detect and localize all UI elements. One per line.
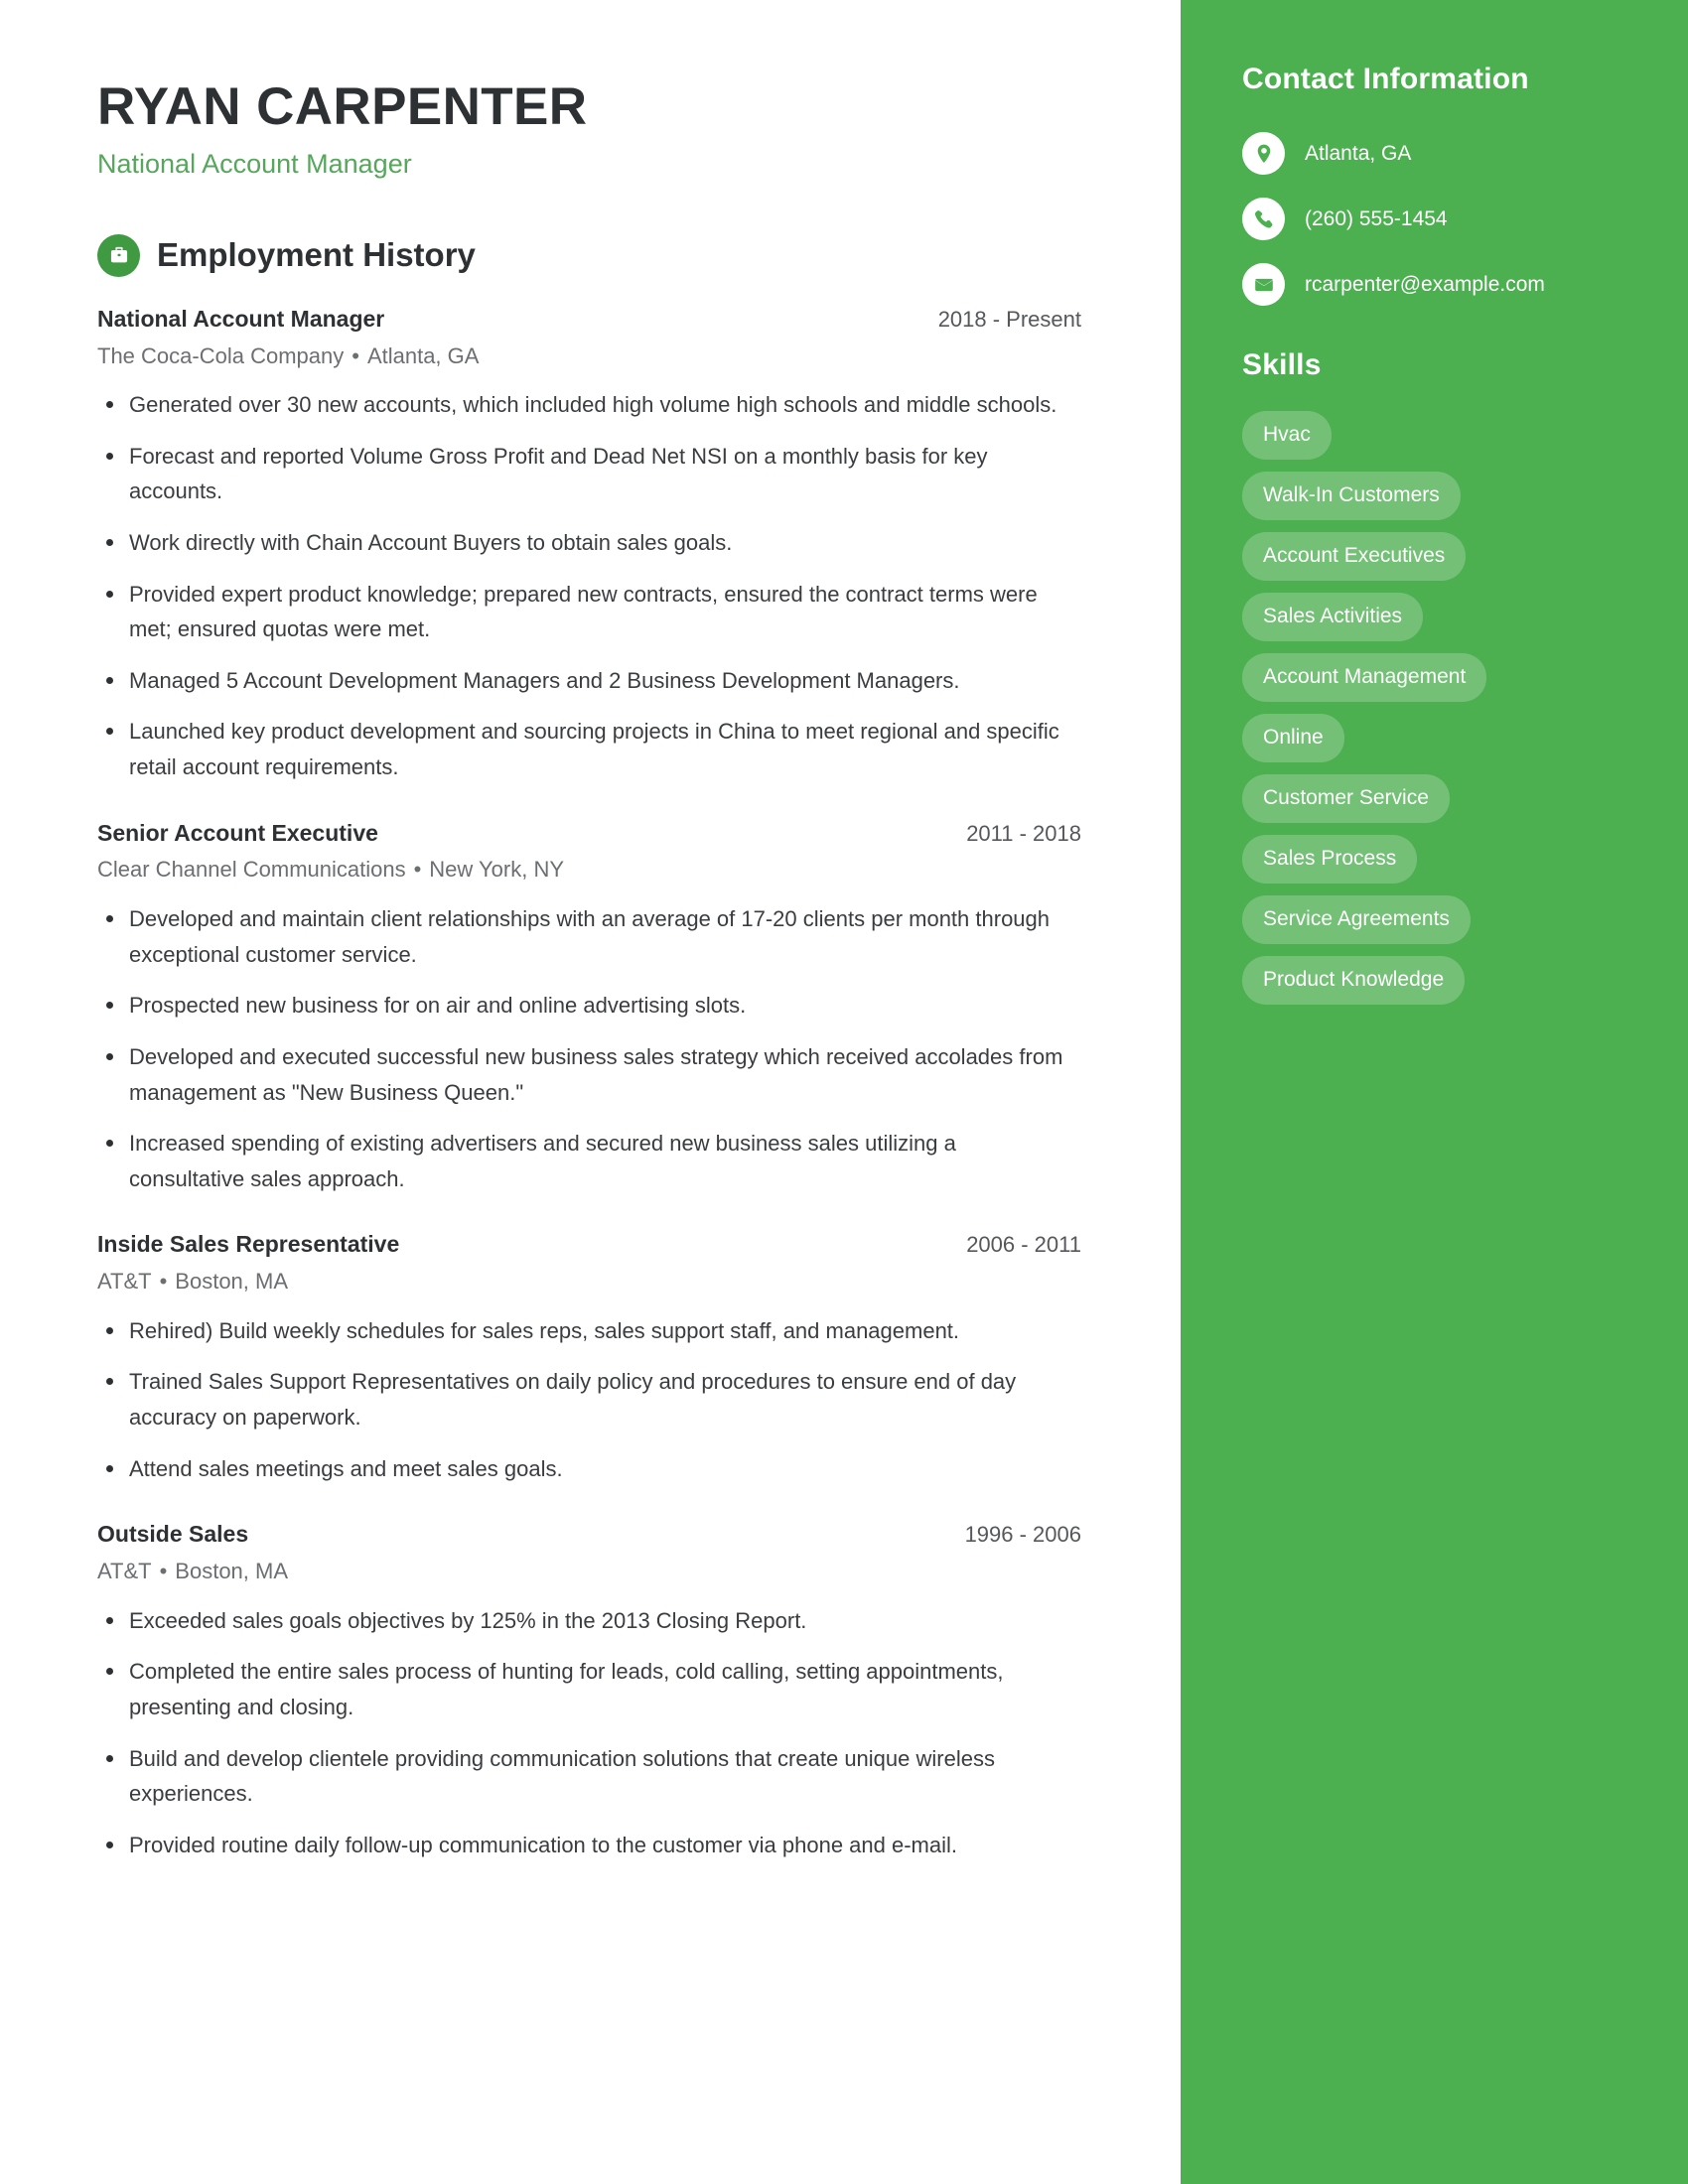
job-role: National Account Manager	[97, 305, 385, 332]
job-entry: National Account Manager 2018 - Present Th…	[97, 305, 1081, 785]
job-header-row: Senior Account Executive 2011 - 2018	[97, 819, 1081, 848]
skill-row: Account Management	[1242, 653, 1626, 714]
job-bullet: Completed the entire sales process of hu…	[97, 1654, 1065, 1724]
skill-row: Product Knowledge	[1242, 956, 1626, 1017]
job-dates: 2018 - Present	[937, 306, 1081, 332]
job-company-location: AT&T • Boston, MA	[97, 1558, 1081, 1586]
skill-row: Sales Activities	[1242, 593, 1626, 653]
job-dates: 2006 - 2011	[966, 1232, 1081, 1258]
envelope-icon	[1242, 263, 1285, 306]
skills-list: Hvac Walk-In Customers Account Executives S…	[1242, 411, 1626, 1017]
skill-pill[interactable]: Walk-In Customers	[1242, 472, 1461, 520]
job-bullets: Exceeded sales goals objectives by 125% …	[97, 1603, 1081, 1863]
phone-icon	[1242, 198, 1285, 240]
contact-list: Atlanta, GA (260) 555-1454 rcarpenter@exam…	[1242, 131, 1626, 306]
skills-section: Skills Hvac Walk-In Customers Account Exec…	[1242, 347, 1626, 1017]
skill-pill[interactable]: Hvac	[1242, 411, 1332, 460]
skills-title: Skills	[1242, 348, 1322, 381]
job-bullet: Provided expert product knowledge; prepa…	[97, 577, 1065, 647]
skill-row: Sales Process	[1242, 835, 1626, 895]
job-dates: 1996 - 2006	[964, 1522, 1081, 1548]
skill-pill[interactable]: Account Management	[1242, 653, 1487, 702]
job-bullet: Developed and executed successful new bu…	[97, 1039, 1065, 1110]
job-role: Senior Account Executive	[97, 819, 378, 846]
skill-row: Walk-In Customers	[1242, 472, 1626, 532]
job-entry: Senior Account Executive 2011 - 2018 Clear…	[97, 819, 1081, 1197]
job-header-row: Inside Sales Representative 2006 - 2011	[97, 1230, 1081, 1259]
briefcase-icon	[97, 233, 140, 277]
job-location: Boston, MA	[175, 1559, 289, 1584]
job-header-row: National Account Manager 2018 - Present	[97, 305, 1081, 334]
job-location: New York, NY	[429, 857, 565, 883]
section-title: Employment History	[157, 236, 476, 274]
job-bullet: Managed 5 Account Development Managers a…	[97, 663, 1065, 699]
job-bullet: Forecast and reported Volume Gross Profi…	[97, 439, 1065, 509]
meta-separator-dot: •	[413, 857, 422, 883]
job-bullets: Rehired) Build weekly schedules for sale…	[97, 1313, 1081, 1487]
skill-row: Account Executives	[1242, 532, 1626, 593]
skill-pill[interactable]: Service Agreements	[1242, 895, 1471, 944]
skill-row: Online	[1242, 714, 1626, 774]
job-location: Boston, MA	[175, 1269, 289, 1295]
job-bullet: Rehired) Build weekly schedules for sale…	[97, 1313, 1065, 1349]
skill-pill[interactable]: Customer Service	[1242, 774, 1450, 823]
job-company-location: Clear Channel Communications • New York, N…	[97, 856, 1081, 885]
skill-pill[interactable]: Online	[1242, 714, 1344, 762]
contact-value: Atlanta, GA	[1305, 142, 1412, 165]
job-bullet: Increased spending of existing advertise…	[97, 1126, 1065, 1196]
job-bullets: Generated over 30 new accounts, which in…	[97, 387, 1081, 785]
contact-value: (260) 555-1454	[1305, 207, 1448, 230]
job-dates: 2011 - 2018	[966, 820, 1081, 846]
page-title: RYAN CARPENTER	[97, 77, 588, 136]
resume-page: RYAN CARPENTER National Account Manager …	[0, 0, 1688, 2184]
skill-row: Service Agreements	[1242, 895, 1626, 956]
job-company: AT&T	[97, 1559, 152, 1584]
job-bullet: Trained Sales Support Representatives on…	[97, 1364, 1065, 1434]
job-company-location: The Coca-Cola Company • Atlanta, GA	[97, 342, 1081, 371]
skill-pill[interactable]: Sales Activities	[1242, 593, 1424, 641]
job-role: Inside Sales Representative	[97, 1231, 400, 1258]
contact-item[interactable]: (260) 555-1454	[1242, 197, 1626, 240]
job-bullet: Build and develop clientele providing co…	[97, 1741, 1065, 1812]
job-bullets: Developed and maintain client relationsh…	[97, 901, 1081, 1196]
skill-row: Hvac	[1242, 411, 1626, 472]
job-bullet: Exceeded sales goals objectives by 125% …	[97, 1603, 1065, 1639]
location-pin-icon	[1242, 132, 1285, 175]
contact-value: rcarpenter@example.com	[1305, 273, 1545, 296]
sidebar: Contact Information Atlanta, GA (260) 555…	[1181, 0, 1688, 2184]
section-header: Employment History	[97, 233, 1081, 277]
skill-row: Customer Service	[1242, 774, 1626, 835]
job-bullet: Developed and maintain client relationsh…	[97, 901, 1065, 972]
job-company: The Coca-Cola Company	[97, 342, 345, 368]
job-bullet: Provided routine daily follow-up communi…	[97, 1828, 1065, 1863]
job-bullet: Work directly with Chain Account Buyers …	[97, 525, 1065, 561]
job-role: Outside Sales	[97, 1521, 249, 1548]
meta-separator-dot: •	[352, 342, 359, 368]
job-bullet: Attend sales meetings and meet sales goa…	[97, 1451, 1065, 1487]
skill-pill[interactable]: Product Knowledge	[1242, 956, 1466, 1005]
job-header-row: Outside Sales 1996 - 2006	[97, 1520, 1081, 1549]
job-bullet: Prospected new business for on air and o…	[97, 988, 1065, 1024]
jobs-list: National Account Manager 2018 - Present Th…	[97, 305, 1081, 1863]
contact-information-title: Contact Information	[1242, 63, 1529, 95]
skill-pill[interactable]: Sales Process	[1242, 835, 1418, 884]
contact-item[interactable]: rcarpenter@example.com	[1242, 262, 1626, 306]
job-location: Atlanta, GA	[366, 342, 480, 368]
employment-history-section: Employment History National Account Mana…	[97, 233, 1081, 1863]
skill-pill[interactable]: Account Executives	[1242, 532, 1467, 581]
main-column: RYAN CARPENTER National Account Manager …	[0, 0, 1181, 2184]
headline-job-title: National Account Manager	[97, 149, 412, 180]
job-company: Clear Channel Communications	[97, 857, 406, 883]
job-bullet: Generated over 30 new accounts, which in…	[97, 387, 1065, 423]
meta-separator-dot: •	[159, 1269, 168, 1295]
contact-item[interactable]: Atlanta, GA	[1242, 131, 1626, 175]
job-entry: Inside Sales Representative 2006 - 2011 AT…	[97, 1230, 1081, 1486]
job-entry: Outside Sales 1996 - 2006 AT&T • Boston, MA E…	[97, 1520, 1081, 1862]
job-company: AT&T	[97, 1269, 152, 1295]
meta-separator-dot: •	[159, 1559, 168, 1584]
job-bullet: Launched key product development and sou…	[97, 714, 1065, 784]
job-company-location: AT&T • Boston, MA	[97, 1268, 1081, 1297]
